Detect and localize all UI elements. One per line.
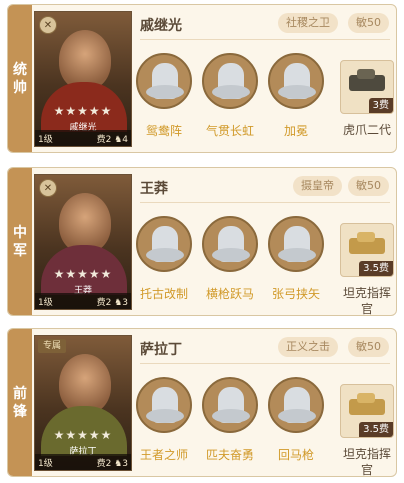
star-rating: ★★★★★	[53, 428, 113, 442]
hero-card-2[interactable]: 中军 ✕ ★★★★★ 王莽 1级 费2 ♞3 王莽 摄皇帝 敏50 托古改制 横…	[7, 167, 397, 316]
skill-1-label: 鸳鸯阵	[145, 124, 182, 138]
skill-2-label: 横枪跃马	[205, 287, 254, 301]
tactic-label: 坦克指挥官	[342, 286, 391, 316]
hero-cost: 费2	[96, 297, 112, 308]
camp-icon: ✕	[39, 16, 57, 34]
skill-3-icon[interactable]	[268, 53, 324, 109]
stat-badge: 敏50	[348, 13, 389, 33]
tactic-label: 虎爪二代	[342, 123, 391, 137]
hero-level: 1级	[38, 458, 53, 469]
portrait-info-bar: 1级 费2 ♞3	[35, 454, 131, 470]
tactic-card[interactable]: 3.5费	[340, 223, 394, 277]
hero-portrait[interactable]: 专属 ★★★★★ 萨拉丁 1级 费2 ♞3	[34, 335, 132, 471]
skill-2-label: 气贯长虹	[205, 124, 254, 138]
role-tab: 前锋	[8, 329, 32, 476]
role-tab: 统帅	[8, 5, 32, 152]
faction-badge: 正义之击	[278, 337, 338, 357]
stat-badge: 敏50	[348, 176, 389, 196]
hero-card-1[interactable]: 统帅 ✕ ★★★★★ 戚继光 1级 费2 ♞4 戚继光 社稷之卫 敏50 鸳鸯阵…	[7, 4, 397, 153]
hero-portrait[interactable]: ✕ ★★★★★ 王莽 1级 费2 ♞3	[34, 174, 132, 310]
skill-3-icon[interactable]	[268, 216, 324, 272]
skill-3-label: 加冕	[283, 124, 308, 138]
skill-2-icon[interactable]	[202, 216, 258, 272]
role-tab: 中军	[8, 168, 32, 315]
skill-2-icon[interactable]	[202, 377, 258, 433]
hero-name: 萨拉丁	[140, 342, 182, 358]
divider	[140, 363, 390, 364]
skill-1-icon[interactable]	[136, 216, 192, 272]
hero-portrait[interactable]: ✕ ★★★★★ 戚继光 1级 费2 ♞4	[34, 11, 132, 147]
hero-cost: 费2	[96, 134, 112, 145]
skill-2-icon[interactable]	[202, 53, 258, 109]
skill-2-label: 匹夫奋勇	[205, 448, 254, 462]
tactic-card[interactable]: 3费	[340, 60, 394, 114]
portrait-info-bar: 1级 费2 ♞3	[35, 293, 131, 309]
hero-count: 3	[122, 458, 128, 469]
star-rating: ★★★★★	[53, 267, 113, 281]
hero-level: 1级	[38, 297, 53, 308]
hero-count: 4	[122, 134, 128, 145]
hero-level: 1级	[38, 134, 53, 145]
skill-3-label: 回马枪	[277, 448, 314, 462]
tactic-cost: 3.5费	[359, 261, 393, 276]
tactic-label: 坦克指挥官	[342, 447, 391, 477]
skill-1-label: 托古改制	[139, 287, 188, 301]
hero-name: 王莽	[140, 181, 168, 197]
skill-1-icon[interactable]	[136, 53, 192, 109]
star-rating: ★★★★★	[53, 104, 113, 118]
hero-name: 戚继光	[140, 18, 182, 34]
exclusive-tag: 专属	[38, 339, 67, 353]
skill-1-icon[interactable]	[136, 377, 192, 433]
tactic-cost: 3.5费	[359, 422, 393, 437]
skill-3-icon[interactable]	[268, 377, 324, 433]
portrait-info-bar: 1级 费2 ♞4	[35, 130, 131, 146]
tactic-cost: 3费	[368, 98, 393, 113]
hero-face	[59, 193, 111, 253]
camp-icon: ✕	[39, 179, 57, 197]
hero-card-3[interactable]: 前锋 专属 ★★★★★ 萨拉丁 1级 费2 ♞3 萨拉丁 正义之击 敏50 王者…	[7, 328, 397, 477]
hero-face	[59, 30, 111, 90]
divider	[140, 39, 390, 40]
tactic-card[interactable]: 3.5费	[340, 384, 394, 438]
faction-badge: 摄皇帝	[293, 176, 342, 196]
faction-badge: 社稷之卫	[278, 13, 338, 33]
hero-count: 3	[122, 297, 128, 308]
stat-badge: 敏50	[348, 337, 389, 357]
skill-1-label: 王者之师	[139, 448, 188, 462]
hero-cost: 费2	[96, 458, 112, 469]
skill-3-label: 张弓挟矢	[271, 287, 320, 301]
divider	[140, 202, 390, 203]
hero-face	[59, 354, 111, 414]
